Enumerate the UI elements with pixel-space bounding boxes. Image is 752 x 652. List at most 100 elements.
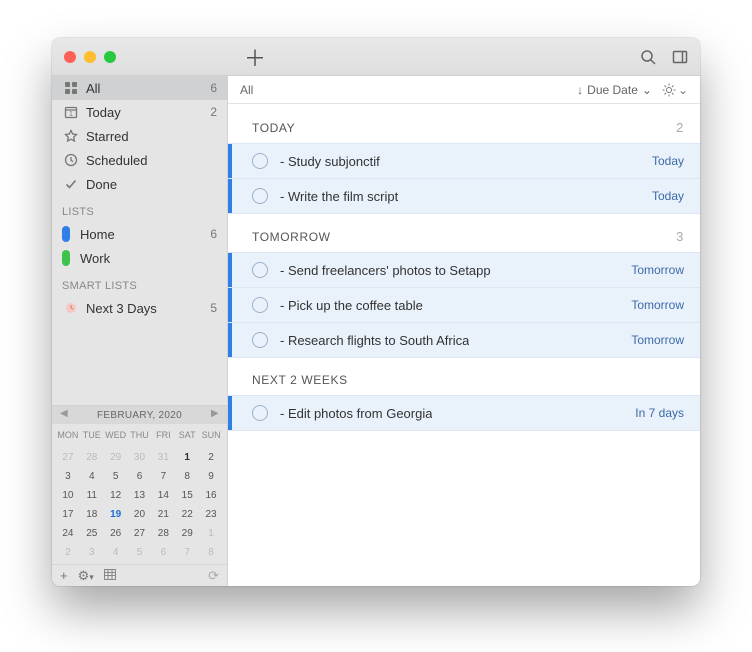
calendar-day[interactable]: 13 [128, 486, 152, 505]
calendar-day[interactable]: 30 [128, 448, 152, 467]
app-window: ＋ All 6 1 Today 2 Starred Scheduled Done… [52, 38, 700, 586]
calendar-day[interactable]: 1 [199, 524, 223, 543]
task-due: Tomorrow [631, 263, 684, 277]
calendar-day[interactable]: 24 [56, 524, 80, 543]
calendar-day[interactable]: 6 [128, 467, 152, 486]
sidebar-list-item[interactable]: Work [52, 246, 227, 270]
calendar-day[interactable]: 11 [80, 486, 104, 505]
calendar-day[interactable]: 25 [80, 524, 104, 543]
calendar-day[interactable]: 21 [151, 505, 175, 524]
task-row[interactable]: - Study subjonctif Today [228, 143, 700, 179]
new-task-button[interactable]: ＋ [244, 41, 266, 73]
calendar-day[interactable]: 31 [151, 448, 175, 467]
calendar-day[interactable]: 7 [175, 543, 199, 562]
sidebar-item-label: All [86, 81, 100, 96]
calendar-next-button[interactable]: ▶ [211, 408, 219, 419]
calendar-day[interactable]: 8 [199, 543, 223, 562]
panel-icon [672, 49, 688, 65]
calendar-day[interactable]: 29 [104, 448, 128, 467]
calendar-title: FEBRUARY, 2020 [97, 410, 182, 421]
search-icon [640, 49, 656, 65]
task-list[interactable]: TODAY 2 - Study subjonctif Today - Write… [228, 104, 700, 586]
calendar-day[interactable]: 4 [80, 467, 104, 486]
calendar-prev-button[interactable]: ◀ [60, 408, 68, 419]
calendar-day[interactable]: 6 [151, 543, 175, 562]
calendar-day[interactable]: 14 [151, 486, 175, 505]
calendar-toggle-button[interactable] [104, 568, 116, 583]
sidebar-view-starred[interactable]: Starred [52, 124, 227, 148]
calendar-day[interactable]: 19 [104, 505, 128, 524]
section-count: 3 [676, 229, 684, 244]
calendar-header: ◀ FEBRUARY, 2020 ▶ [52, 406, 227, 424]
list-color-swatch [62, 250, 70, 266]
calendar-day[interactable]: 27 [56, 448, 80, 467]
task-checkbox[interactable] [252, 332, 268, 348]
calendar-day[interactable]: 5 [128, 543, 152, 562]
calendar-day[interactable]: 20 [128, 505, 152, 524]
calendar-day[interactable]: 9 [199, 467, 223, 486]
sidebar-list-item[interactable]: Home 6 [52, 222, 227, 246]
filter-scope[interactable]: All [240, 83, 253, 97]
calendar-day[interactable]: 4 [104, 543, 128, 562]
sidebar-view-done[interactable]: Done [52, 172, 227, 196]
calendar-day[interactable]: 5 [104, 467, 128, 486]
calendar-day[interactable]: 15 [175, 486, 199, 505]
task-checkbox[interactable] [252, 262, 268, 278]
calendar-day[interactable]: 2 [56, 543, 80, 562]
calendar-day[interactable]: 3 [56, 467, 80, 486]
task-checkbox[interactable] [252, 188, 268, 204]
task-row[interactable]: - Send freelancers' photos to Setapp Tom… [228, 252, 700, 288]
sidebar-view-all[interactable]: All 6 [52, 76, 227, 100]
calendar-dow: THU [128, 428, 152, 442]
sidebar-item-label: Work [80, 251, 110, 266]
task-section-header: TOMORROW 3 [228, 213, 700, 252]
view-options-button[interactable]: ⌄ [662, 83, 688, 97]
zoom-window-button[interactable] [104, 51, 116, 63]
calendar-day[interactable]: 16 [199, 486, 223, 505]
brightness-icon [662, 83, 676, 97]
sort-control[interactable]: ↓ Due Date ⌄ [577, 83, 652, 97]
calendar-day[interactable]: 17 [56, 505, 80, 524]
task-list-stripe [228, 323, 232, 357]
task-checkbox[interactable] [252, 297, 268, 313]
task-row[interactable]: - Write the film script Today [228, 178, 700, 214]
sidebar-scroll[interactable]: All 6 1 Today 2 Starred Scheduled Done L… [52, 76, 227, 405]
list-color-swatch [62, 226, 70, 242]
settings-button[interactable]: ⚙▾ [78, 568, 94, 584]
calendar-day[interactable]: 2 [199, 448, 223, 467]
close-window-button[interactable] [64, 51, 76, 63]
starred-icon [62, 129, 80, 143]
add-list-button[interactable]: + [60, 568, 68, 583]
calendar-day[interactable]: 3 [80, 543, 104, 562]
sync-button[interactable]: ⟳ [208, 568, 219, 584]
task-row[interactable]: - Research flights to South Africa Tomor… [228, 322, 700, 358]
calendar-day[interactable]: 27 [128, 524, 152, 543]
calendar-day[interactable]: 8 [175, 467, 199, 486]
calendar-day[interactable]: 22 [175, 505, 199, 524]
sidebar-view-today[interactable]: 1 Today 2 [52, 100, 227, 124]
calendar-day[interactable]: 18 [80, 505, 104, 524]
calendar-day[interactable]: 28 [151, 524, 175, 543]
minimize-window-button[interactable] [84, 51, 96, 63]
calendar-day[interactable]: 12 [104, 486, 128, 505]
sidebar-item-count: 5 [210, 301, 217, 315]
task-checkbox[interactable] [252, 153, 268, 169]
calendar-dow: TUE [80, 428, 104, 442]
calendar-day[interactable]: 10 [56, 486, 80, 505]
calendar-day[interactable]: 1 [175, 448, 199, 467]
task-row[interactable]: - Pick up the coffee table Tomorrow [228, 287, 700, 323]
task-list-stripe [228, 144, 232, 178]
done-icon [62, 177, 80, 191]
calendar-day[interactable]: 29 [175, 524, 199, 543]
toggle-panel-button[interactable] [672, 49, 688, 65]
task-row[interactable]: - Edit photos from Georgia In 7 days [228, 395, 700, 431]
sidebar-view-scheduled[interactable]: Scheduled [52, 148, 227, 172]
calendar-day[interactable]: 26 [104, 524, 128, 543]
task-list-stripe [228, 396, 232, 430]
sidebar-smartlist-item[interactable]: Next 3 Days 5 [52, 296, 227, 320]
calendar-day[interactable]: 23 [199, 505, 223, 524]
calendar-day[interactable]: 28 [80, 448, 104, 467]
task-checkbox[interactable] [252, 405, 268, 421]
search-button[interactable] [640, 49, 656, 65]
calendar-day[interactable]: 7 [151, 467, 175, 486]
